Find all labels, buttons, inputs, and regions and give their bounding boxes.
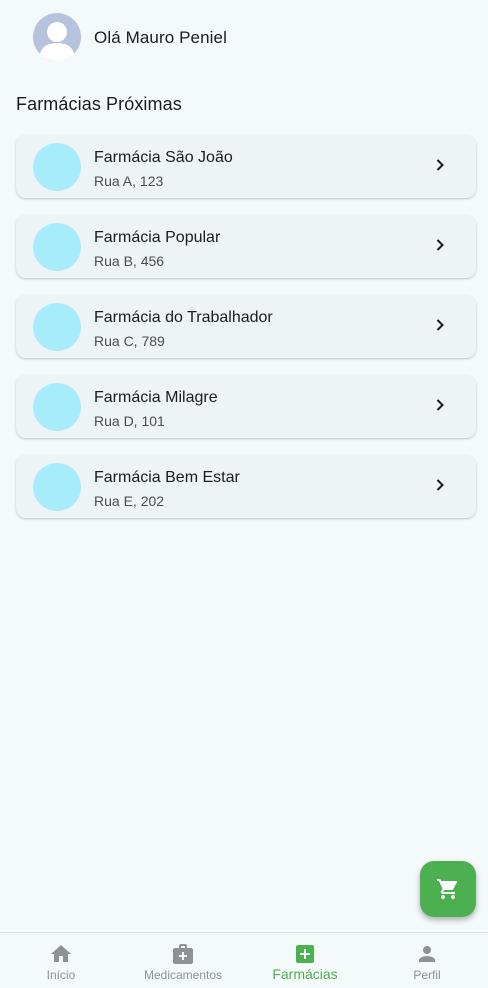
pharmacy-address: Rua B, 456 — [94, 253, 165, 269]
pharmacy-address: Rua C, 789 — [94, 333, 165, 349]
chevron-right-icon — [436, 239, 444, 251]
pharmacy-logo — [33, 383, 81, 431]
nav-label: Início — [46, 968, 76, 982]
pharmacy-card[interactable]: Farmácia Milagre Rua D, 101 — [16, 375, 476, 438]
pharmacy-logo — [33, 223, 81, 271]
nav-item-medicamentos[interactable]: Medicamentos — [122, 933, 244, 988]
chevron-right-icon — [436, 159, 444, 171]
pharmacy-name: Farmácia Milagre — [94, 389, 218, 406]
bottom-navigation: Início Medicamentos Farmácias Perfil — [0, 932, 488, 988]
app-header: Olá Mauro Peniel — [0, 0, 488, 76]
nav-item-inicio[interactable]: Início — [0, 933, 122, 988]
greeting-text: Olá Mauro Peniel — [94, 28, 227, 47]
section-title: Farmácias Próximas — [16, 94, 182, 114]
chevron-right-icon — [436, 399, 444, 411]
pharmacy-cross-icon — [296, 945, 314, 963]
cart-icon — [437, 879, 458, 899]
chevron-right-icon — [436, 479, 444, 491]
nav-item-farmacias[interactable]: Farmácias — [244, 933, 366, 988]
pharmacy-logo — [33, 143, 81, 191]
nav-label: Perfil — [413, 968, 441, 982]
home-icon — [51, 945, 71, 962]
nav-label: Farmácias — [272, 966, 338, 982]
chevron-right-icon — [436, 319, 444, 331]
pharmacy-name: Farmácia São João — [94, 149, 233, 166]
pharmacy-list: Farmácia São João Rua A, 123 Farmácia Po… — [16, 135, 476, 535]
person-silhouette-icon — [39, 22, 75, 61]
nav-label: Medicamentos — [143, 968, 223, 982]
pharmacy-logo — [33, 303, 81, 351]
user-avatar[interactable] — [33, 13, 81, 61]
pharmacy-name: Farmácia Bem Estar — [94, 469, 240, 486]
pharmacy-card[interactable]: Farmácia Bem Estar Rua E, 202 — [16, 455, 476, 518]
pharmacy-address: Rua A, 123 — [94, 173, 164, 189]
pharmacy-address: Rua D, 101 — [94, 413, 165, 429]
pharmacy-card[interactable]: Farmácia do Trabalhador Rua C, 789 — [16, 295, 476, 358]
pharmacy-card[interactable]: Farmácia Popular Rua B, 456 — [16, 215, 476, 278]
cart-button[interactable] — [420, 861, 476, 917]
pharmacy-card[interactable]: Farmácia São João Rua A, 123 — [16, 135, 476, 198]
person-icon — [419, 946, 435, 962]
pharmacy-name: Farmácia Popular — [94, 229, 221, 246]
pharmacy-logo — [33, 463, 81, 511]
pharmacy-name: Farmácia do Trabalhador — [94, 309, 273, 326]
pharmacy-address: Rua E, 202 — [94, 493, 165, 509]
nav-item-perfil[interactable]: Perfil — [366, 933, 488, 988]
medical-bag-icon — [173, 944, 193, 964]
